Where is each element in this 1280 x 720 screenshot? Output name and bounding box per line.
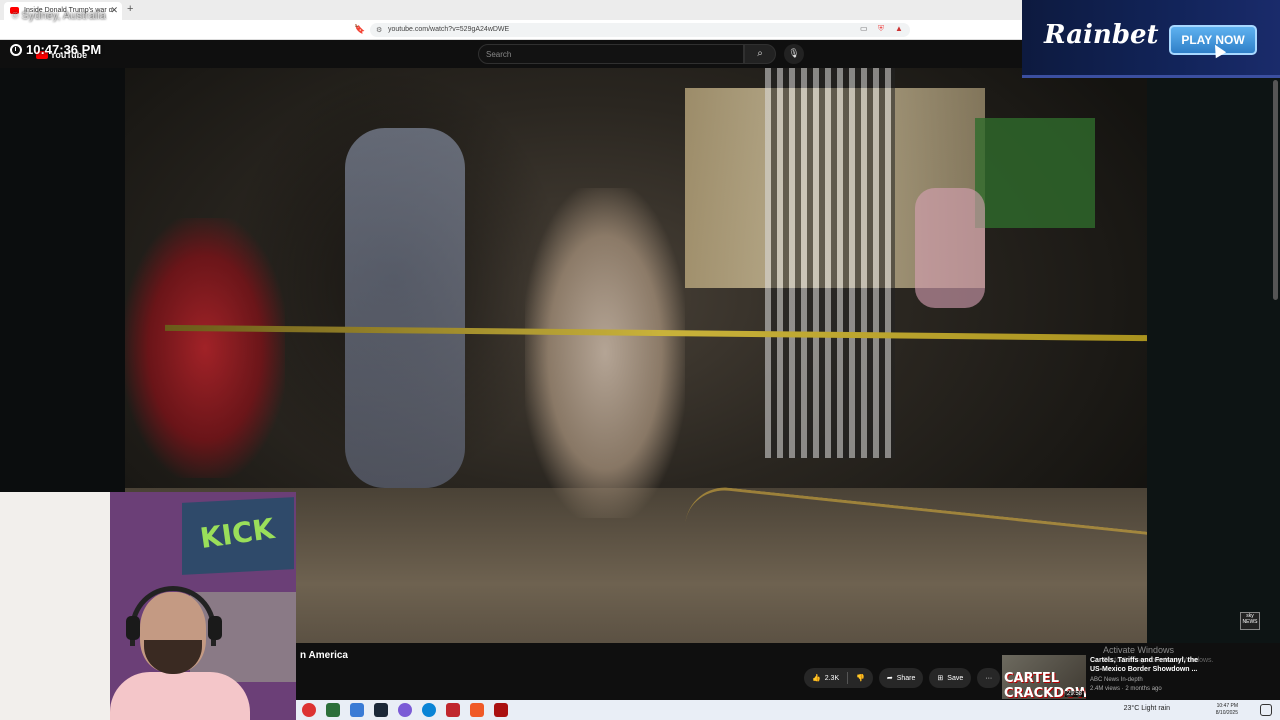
activate-windows-title: Activate Windows (1103, 645, 1175, 655)
search-icon[interactable]: ⌕ (744, 44, 776, 64)
recommended-channel[interactable]: ABC News In-depth (1090, 677, 1143, 683)
screen: Inside Donald Trump's war o ✕ + 🔖 ⚙ yout… (0, 0, 1280, 720)
brave-shield-icon[interactable]: ⛨ (878, 24, 884, 34)
dislike-icon[interactable]: 👎 (856, 674, 865, 682)
like-icon[interactable]: 👍 (812, 674, 821, 682)
address-bar-row: 🔖 ⚙ youtube.com/watch?v=529gA24wDWE ▭ ⛨ … (0, 20, 1022, 40)
taskbar-app-icon[interactable] (446, 703, 460, 717)
taskbar-app-icon[interactable] (302, 703, 316, 717)
video-figure (345, 128, 465, 488)
taskbar-brave-icon[interactable] (470, 703, 484, 717)
recommended-meta: 2.4M views · 2 months ago (1090, 686, 1162, 692)
weather-text: 23°C Light rain (1123, 705, 1170, 712)
right-background (1147, 68, 1280, 643)
clock-icon (10, 43, 22, 56)
youtube-header: YouTube Search ⌕ 🎙 (0, 40, 1022, 68)
browser-tab-bar: Inside Donald Trump's war o ✕ + (0, 0, 1022, 20)
video-figure-crouching (525, 188, 685, 518)
weather-widget[interactable]: 23°C Light rain (1124, 705, 1170, 712)
share-button[interactable]: ➦ Share (878, 668, 924, 688)
headset-ear-right (208, 616, 222, 640)
microphone-icon[interactable]: 🎙 (784, 44, 804, 64)
clock-time: 10:47:36 PM (26, 42, 102, 57)
page-scrollbar[interactable] (1273, 80, 1278, 300)
new-tab-icon[interactable]: + (127, 3, 133, 15)
video-title: n America (300, 650, 348, 661)
url-field[interactable]: ⚙ youtube.com/watch?v=529gA24wDWE (370, 23, 910, 37)
video-figure-striped (765, 68, 895, 458)
taskbar-time: 10:47 PM (1216, 703, 1238, 709)
taskbar-clock[interactable]: 10:47 PM 8/10/2025 (1216, 703, 1238, 717)
url-text: youtube.com/watch?v=529gA24wDWE (388, 26, 510, 33)
like-dislike-group: 👍 2.3K 👎 (804, 668, 873, 688)
clock-overlay: 10:47:36 PM (10, 42, 101, 57)
cast-icon[interactable]: ▭ (860, 24, 868, 33)
video-green-panel (975, 118, 1095, 228)
more-actions-button[interactable]: ··· (977, 668, 1001, 688)
brave-rewards-icon[interactable]: ▲ (895, 24, 903, 33)
location-text: Sydney, Australia (21, 10, 106, 22)
site-info-icon[interactable]: ⚙ (376, 26, 382, 34)
date-overlay: 10/10/2025 (26, 26, 77, 37)
taskbar-explorer-icon[interactable] (350, 703, 364, 717)
headset-icon (130, 586, 216, 646)
close-tab-icon[interactable]: ✕ (110, 5, 118, 16)
windows-taskbar: 23°C Light rain 10:47 PM 8/10/2025 (296, 700, 1280, 720)
notifications-icon[interactable] (1260, 704, 1272, 716)
recommended-thumbnail[interactable]: CARTEL CRACKDOWN 29:58 (1002, 655, 1086, 699)
taskbar-steam-icon[interactable] (374, 703, 388, 717)
like-separator (847, 672, 849, 684)
headset-ear-left (126, 616, 140, 640)
rainbet-ad[interactable]: Rainbet PLAY NOW (1022, 0, 1280, 78)
taskbar-date: 8/10/2025 (1215, 710, 1238, 716)
share-label: Share (896, 674, 916, 682)
save-label: Save (947, 674, 964, 682)
taskbar-app-icon[interactable] (494, 703, 508, 717)
streamer-shirt (110, 672, 250, 720)
video-figure-red (125, 218, 285, 478)
sky-news-badge: sky NEWS (1240, 612, 1260, 630)
bookmark-icon[interactable]: 🔖 (354, 24, 365, 35)
like-count[interactable]: 2.3K (825, 675, 839, 682)
streamer (110, 586, 250, 720)
share-icon: ➦ (886, 675, 893, 682)
webcam-feed: KICK (0, 492, 296, 720)
cam-door (0, 492, 120, 720)
video-actions: 👍 2.3K 👎 ➦ Share ⊞ Save ··· (804, 668, 1001, 688)
save-button[interactable]: ⊞ Save (929, 668, 972, 688)
video-figure-pink (915, 188, 985, 308)
taskbar-obs-icon[interactable] (398, 703, 412, 717)
taskbar-app-icon[interactable] (326, 703, 340, 717)
save-icon: ⊞ (937, 675, 944, 682)
taskbar-edge-icon[interactable] (422, 703, 436, 717)
video-duration: 29:58 (1064, 691, 1084, 697)
ad-brand-logo: Rainbet (1044, 20, 1159, 50)
activate-windows-subtitle: Go to Settings to activate Windows. (1103, 657, 1214, 664)
search-input[interactable]: Search (478, 44, 744, 64)
location-overlay: ⌾ Sydney, Australia (12, 10, 106, 22)
